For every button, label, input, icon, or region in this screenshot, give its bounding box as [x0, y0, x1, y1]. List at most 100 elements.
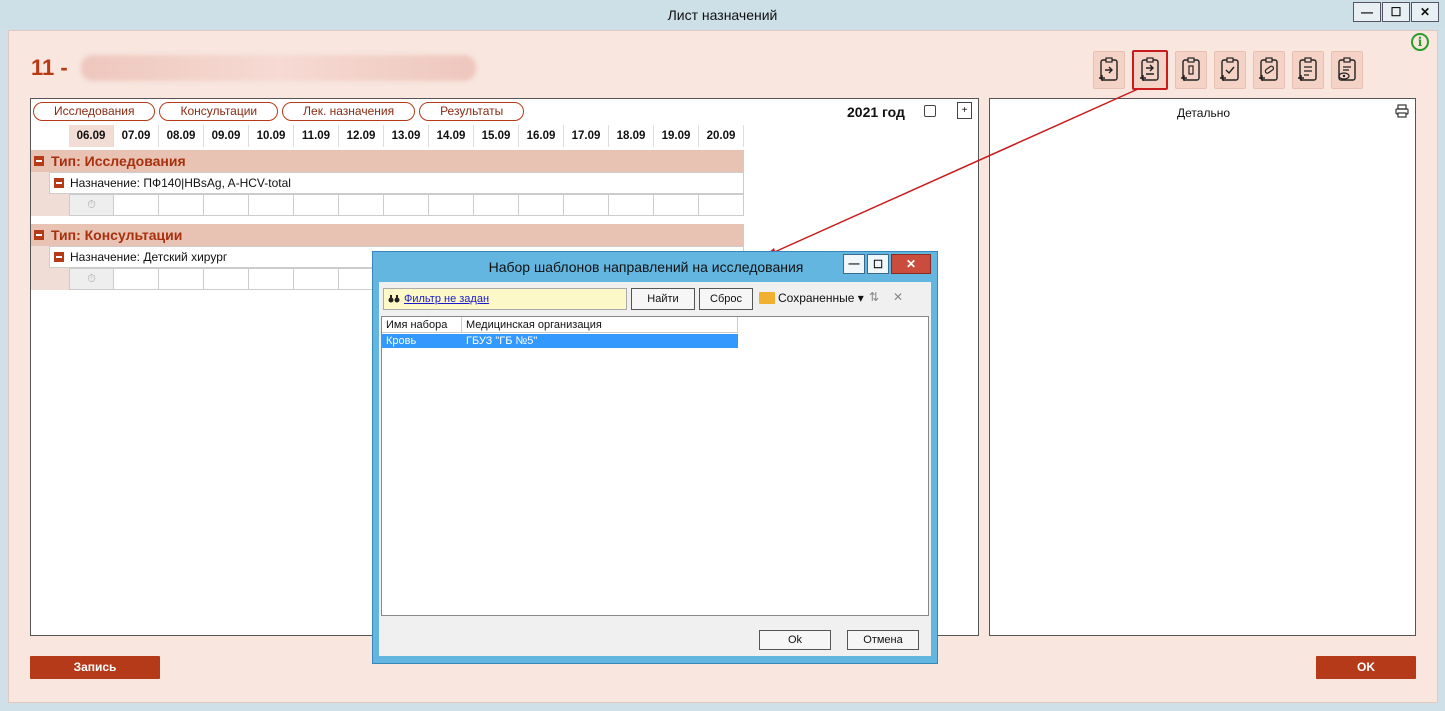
date-cell[interactable]: 13.09: [384, 125, 429, 147]
date-cell[interactable]: 19.09: [654, 125, 699, 147]
schedule-cell[interactable]: [564, 194, 609, 216]
print-icon[interactable]: [1395, 104, 1409, 118]
schedule-cell[interactable]: [249, 268, 294, 290]
schedule-cell[interactable]: [654, 194, 699, 216]
collapse-icon[interactable]: [34, 156, 44, 166]
tab-research[interactable]: Исследования: [33, 102, 156, 121]
add-medication-button[interactable]: [1175, 51, 1207, 89]
schedule-cell[interactable]: [384, 194, 429, 216]
assignment-header[interactable]: Назначение: ПФ140|HBsAg, A-HCV-total: [49, 172, 744, 194]
schedule-cell[interactable]: [519, 194, 564, 216]
date-cell[interactable]: 08.09: [159, 125, 204, 147]
dialog-ok-button[interactable]: Ok: [759, 630, 831, 650]
group-type-label: Тип: Консультации: [51, 227, 183, 243]
detail-title: Детально: [1177, 106, 1230, 120]
ok-button[interactable]: OK: [1316, 656, 1416, 679]
category-tabs: Исследования Консультации Лек. назначени…: [33, 102, 525, 121]
collapse-icon[interactable]: [34, 230, 44, 240]
view-button[interactable]: [1331, 51, 1363, 89]
date-cell[interactable]: 07.09: [114, 125, 159, 147]
collapse-icon[interactable]: [54, 178, 64, 188]
add-check-button[interactable]: [1214, 51, 1246, 89]
assignment-cells: ⏱: [69, 194, 744, 216]
info-icon[interactable]: i: [1411, 33, 1429, 51]
group-header-consultations[interactable]: Тип: Консультации: [31, 224, 744, 246]
schedule-cell[interactable]: [204, 268, 249, 290]
tab-consultations[interactable]: Консультации: [159, 102, 279, 121]
add-procedure-button[interactable]: [1292, 51, 1324, 89]
toolbar: [1093, 50, 1363, 90]
copy-icon[interactable]: [924, 105, 936, 117]
assignment-label: Назначение: ПФ140|HBsAg, A-HCV-total: [70, 176, 291, 190]
clipboard-arrow-icon: [1099, 57, 1118, 81]
schedule-cell[interactable]: [159, 194, 204, 216]
template-set-dialog: Набор шаблонов направлений на исследован…: [372, 251, 938, 664]
detail-panel: Детально: [989, 98, 1416, 636]
schedule-cell[interactable]: [114, 194, 159, 216]
schedule-cell[interactable]: [294, 194, 339, 216]
minimize-button[interactable]: —: [1353, 2, 1381, 22]
saved-dropdown[interactable]: Сохраненные ▾: [759, 291, 864, 305]
patient-title: 11 -: [31, 55, 68, 80]
table-row[interactable]: Кровь ГБУЗ "ГБ №5": [382, 334, 738, 348]
date-cell[interactable]: 20.09: [699, 125, 744, 147]
save-icon[interactable]: ⇅: [869, 290, 879, 304]
date-cell[interactable]: 16.09: [519, 125, 564, 147]
add-referral-button[interactable]: [1093, 51, 1125, 89]
dialog-cancel-button[interactable]: Отмена: [847, 630, 919, 650]
year-label: 2021 год: [847, 104, 905, 120]
find-button[interactable]: Найти: [631, 288, 695, 310]
date-cell[interactable]: 10.09: [249, 125, 294, 147]
filter-link[interactable]: Фильтр не задан: [383, 288, 627, 310]
dialog-minimize-button[interactable]: —: [843, 254, 865, 274]
timer-icon[interactable]: ⏱: [69, 268, 114, 290]
saved-label: Сохраненные ▾: [778, 291, 864, 305]
date-cell[interactable]: 06.09: [69, 125, 114, 147]
tab-medications[interactable]: Лек. назначения: [282, 102, 416, 121]
calendar-add-icon[interactable]: +: [957, 102, 972, 119]
date-header: 06.09 07.09 08.09 09.09 10.09 11.09 12.0…: [69, 125, 744, 147]
date-cell[interactable]: 17.09: [564, 125, 609, 147]
cell-org: ГБУЗ "ГБ №5": [466, 335, 538, 347]
dialog-controls: — ☐ ✕: [841, 254, 931, 274]
schedule-cell[interactable]: [114, 268, 159, 290]
date-cell[interactable]: 15.09: [474, 125, 519, 147]
close-button[interactable]: ✕: [1411, 2, 1439, 22]
binoculars-icon: [388, 295, 400, 303]
schedule-cell[interactable]: [294, 268, 339, 290]
collapse-icon[interactable]: [54, 252, 64, 262]
add-pill-button[interactable]: [1253, 51, 1285, 89]
schedule-cell[interactable]: [159, 268, 204, 290]
date-cell[interactable]: 09.09: [204, 125, 249, 147]
schedule-cell[interactable]: [429, 194, 474, 216]
schedule-cell[interactable]: [339, 194, 384, 216]
schedule-cell[interactable]: [204, 194, 249, 216]
clipboard-check-icon: [1220, 57, 1239, 81]
dialog-maximize-button[interactable]: ☐: [867, 254, 889, 274]
clipboard-list-arrow-icon: [1140, 57, 1159, 81]
schedule-cell[interactable]: [699, 194, 744, 216]
timer-icon[interactable]: ⏱: [69, 194, 114, 216]
add-template-referral-button[interactable]: [1132, 50, 1168, 90]
date-cell[interactable]: 14.09: [429, 125, 474, 147]
date-cell[interactable]: 12.09: [339, 125, 384, 147]
column-header-name[interactable]: Имя набора: [382, 317, 462, 333]
schedule-cell[interactable]: [609, 194, 654, 216]
column-header-org[interactable]: Медицинская организация: [462, 317, 738, 333]
date-cell[interactable]: 11.09: [294, 125, 339, 147]
delete-icon[interactable]: ✕: [893, 290, 903, 304]
group-header-research[interactable]: Тип: Исследования: [31, 150, 744, 172]
maximize-button[interactable]: ☐: [1382, 2, 1410, 22]
date-cell[interactable]: 18.09: [609, 125, 654, 147]
schedule-cell[interactable]: [474, 194, 519, 216]
tab-results[interactable]: Результаты: [419, 102, 525, 121]
write-button[interactable]: Запись: [30, 656, 160, 679]
dialog-close-button[interactable]: ✕: [891, 254, 931, 274]
clipboard-eye-icon: [1338, 57, 1356, 81]
cell-name: Кровь: [386, 335, 417, 347]
clipboard-pill-icon: [1259, 57, 1278, 81]
patient-name-redacted: [81, 55, 476, 81]
schedule-cell[interactable]: [249, 194, 294, 216]
reset-button[interactable]: Сброс: [699, 288, 753, 310]
assignment-label: Назначение: Детский хирург: [70, 250, 228, 264]
